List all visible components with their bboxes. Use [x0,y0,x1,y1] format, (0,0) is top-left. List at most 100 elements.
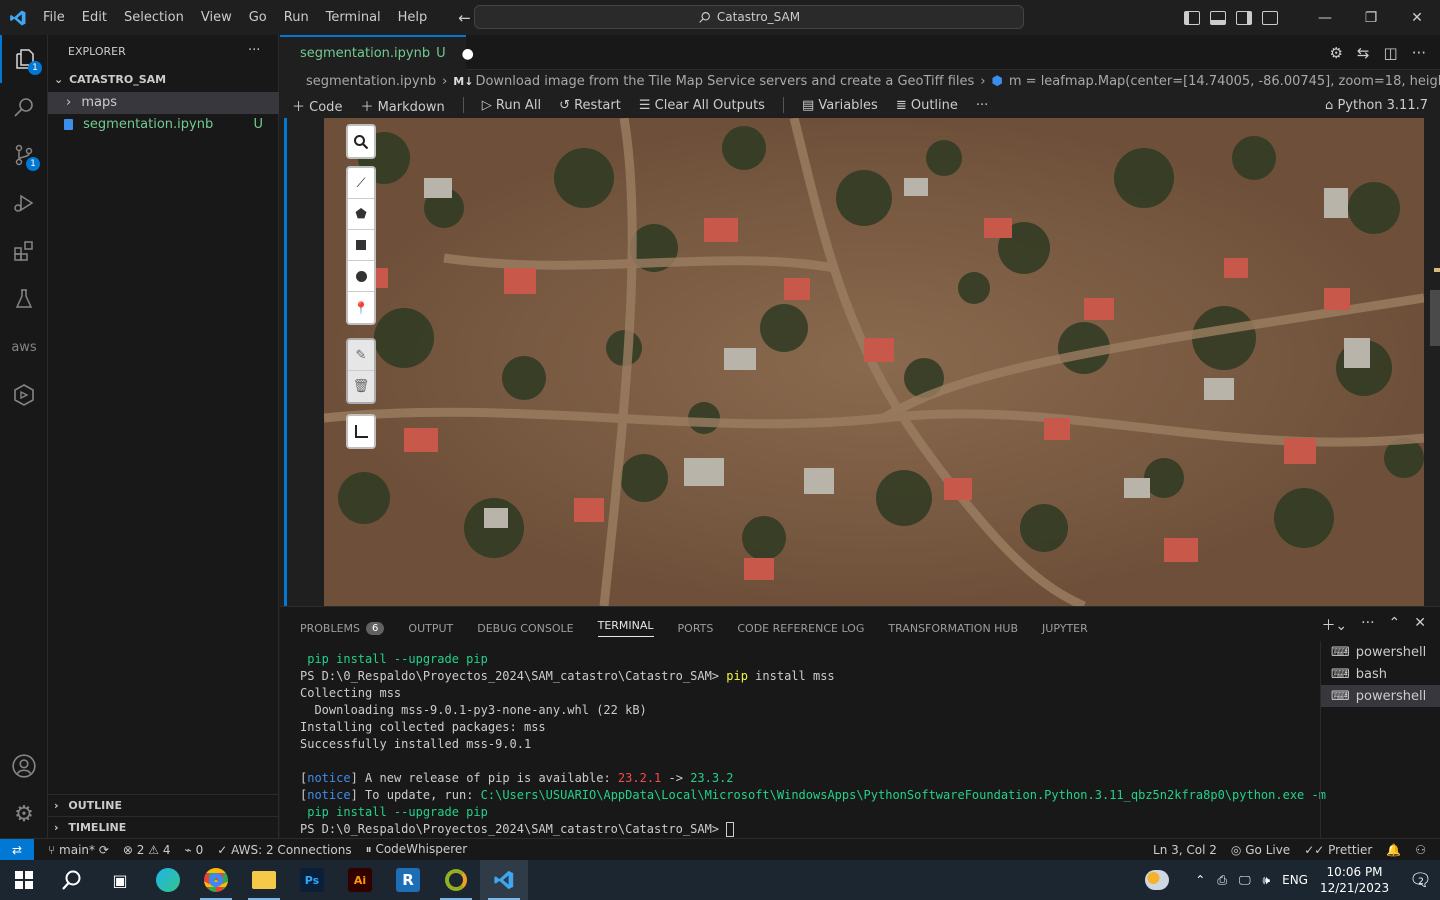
workspace-root[interactable]: ⌄ CATASTRO_SAM [48,69,279,91]
more-actions-icon[interactable]: ··· [1412,44,1426,62]
extensions-icon[interactable] [0,227,48,275]
notifications-bell-icon[interactable]: 🔔 [1386,843,1401,857]
map-search-button[interactable] [348,126,374,157]
maximize-panel-chevron-up-icon[interactable]: ⌃ [1389,615,1401,635]
toggle-secondary-sidebar-icon[interactable] [1236,10,1252,25]
search-icon[interactable] [0,83,48,131]
accounts-icon[interactable] [0,742,48,790]
tab-transformation-hub[interactable]: TRANSFORMATION HUB [888,619,1018,637]
tab-problems[interactable]: PROBLEMS 6 [300,619,385,637]
qgis-icon[interactable] [432,860,480,900]
testing-flask-icon[interactable] [0,275,48,323]
taskbar-search-icon[interactable] [48,860,96,900]
split-editor-icon[interactable]: ◫ [1384,44,1398,62]
command-center-search[interactable]: Catastro_SAM [474,5,1024,29]
minimize-button[interactable]: — [1302,10,1348,26]
new-terminal-plus-icon[interactable]: ＋⌄ [1321,615,1347,635]
unsaved-dot-icon[interactable]: ● [462,46,474,62]
outline-button[interactable]: ≣ Outline [896,98,958,113]
editor-scrollbar[interactable] [1430,290,1440,346]
terminal-output[interactable]: pip install --upgrade pip PS D:\0_Respald… [300,651,1326,838]
draw-rectangle-button[interactable] [348,230,374,261]
windows-start-icon[interactable] [0,860,48,900]
file-segmentation[interactable]: segmentation.ipynb U [48,114,279,136]
clock[interactable]: 10:06 PM 12/21/2023 [1320,864,1389,896]
delete-layers-button[interactable]: 🗑 [348,371,374,402]
weather-icon[interactable] [1145,870,1170,890]
explorer-more-button[interactable]: ··· [248,43,260,58]
chrome-browser-icon[interactable] [192,860,240,900]
task-view-icon[interactable]: ▣ [96,860,144,900]
tab-code-reference-log[interactable]: CODE REFERENCE LOG [737,619,864,637]
settings-gear-icon[interactable]: ⚙ [0,790,48,838]
aws-status[interactable]: ✓ AWS: 2 Connections [217,843,351,857]
notebook-settings-icon[interactable]: ⚙ [1329,44,1342,62]
menu-selection[interactable]: Selection [116,0,193,35]
tab-jupyter[interactable]: JUPYTER [1042,619,1088,637]
illustrator-icon[interactable]: Ai [336,860,384,900]
add-markdown-button[interactable]: ＋ Markdown [360,96,444,115]
toolbar-more-button[interactable]: ··· [976,98,988,113]
menu-view[interactable]: View [193,0,241,35]
notification-center-icon[interactable]: 🗨 2 [1409,870,1432,891]
draw-polygon-button[interactable]: ⬟ [348,199,374,230]
menu-terminal[interactable]: Terminal [318,0,390,35]
outline-section[interactable]: › OUTLINE [48,794,279,816]
vscode-taskbar-icon[interactable] [480,860,528,900]
go-live-button[interactable]: ◎ Go Live [1231,843,1290,857]
breadcrumb-file[interactable]: segmentation.ipynb [306,74,436,89]
menu-file[interactable]: File [35,0,74,35]
codewhisperer-status[interactable]: ⏸ CodeWhisperer [366,842,468,857]
photoshop-icon[interactable]: Ps [288,860,336,900]
clear-outputs-button[interactable]: ☰ Clear All Outputs [639,98,765,113]
folder-maps[interactable]: › maps [48,92,279,114]
tray-chevron-up-icon[interactable]: ⌃ [1195,873,1205,887]
aws-icon[interactable]: aws [0,323,48,371]
hex-extension-icon[interactable] [0,371,48,419]
volume-icon[interactable]: 🕪 [1263,873,1271,888]
file-explorer-icon[interactable] [240,860,288,900]
compare-changes-icon[interactable]: ⇆ [1357,44,1370,62]
git-branch[interactable]: ⑂ main* ⟳ [48,843,109,857]
terminal-item-bash[interactable]: ⌨ bash [1321,663,1440,685]
timeline-section[interactable]: › TIMELINE [48,816,279,838]
tab-ports[interactable]: PORTS [678,619,714,637]
run-debug-icon[interactable] [0,179,48,227]
toggle-primary-sidebar-icon[interactable] [1184,10,1200,25]
terminal-item-powershell-active[interactable]: ⌨ powershell [1321,685,1440,707]
menu-go[interactable]: Go [241,0,276,35]
tab-output[interactable]: OUTPUT [408,619,453,637]
draw-polyline-button[interactable]: ⟋ [348,168,374,199]
satellite-map[interactable] [324,118,1424,606]
cursor-position[interactable]: Ln 3, Col 2 [1153,843,1217,857]
back-arrow-icon[interactable]: ← [458,9,471,27]
explorer-icon[interactable]: 1 [0,35,48,83]
ports-status[interactable]: ⌁ 0 [185,843,204,857]
fullscreen-button[interactable] [348,416,374,447]
restart-button[interactable]: ↺ Restart [559,98,621,113]
breadcrumb-section[interactable]: Download image from the Tile Map Service… [475,74,974,89]
menu-run[interactable]: Run [276,0,318,35]
tab-segmentation[interactable]: segmentation.ipynb U ● [280,35,474,70]
draw-circle-button[interactable] [348,261,374,292]
tab-debug-console[interactable]: DEBUG CONSOLE [477,619,573,637]
remote-indicator-icon[interactable]: ⇄ [0,838,34,861]
variables-button[interactable]: ▤ Variables [802,98,878,113]
source-control-icon[interactable]: 1 [0,131,48,179]
network-icon[interactable]: 🖵 [1239,873,1251,888]
restore-button[interactable]: ❐ [1348,10,1394,26]
prettier-status[interactable]: ✓✓ Prettier [1304,843,1372,857]
draw-marker-button[interactable]: 📍 [348,292,374,323]
run-all-button[interactable]: ▷ Run All [482,98,541,113]
toggle-panel-icon[interactable] [1210,10,1226,25]
kernel-picker[interactable]: ⌂ Python 3.11.7 [1325,98,1428,113]
add-code-button[interactable]: ＋ Code [292,96,342,115]
menu-help[interactable]: Help [390,0,437,35]
copilot-icon[interactable]: ⚇ [1415,843,1426,857]
problems-status[interactable]: ⊗ 2 ⚠ 4 [123,843,171,857]
breadcrumb-code[interactable]: m = leafmap.Map(center=[14.74005, -86.00… [1009,74,1440,89]
customize-layout-icon[interactable] [1262,10,1278,25]
menu-edit[interactable]: Edit [74,0,116,35]
terminal-item-powershell[interactable]: ⌨ powershell [1321,641,1440,663]
revit-icon[interactable]: R [384,860,432,900]
